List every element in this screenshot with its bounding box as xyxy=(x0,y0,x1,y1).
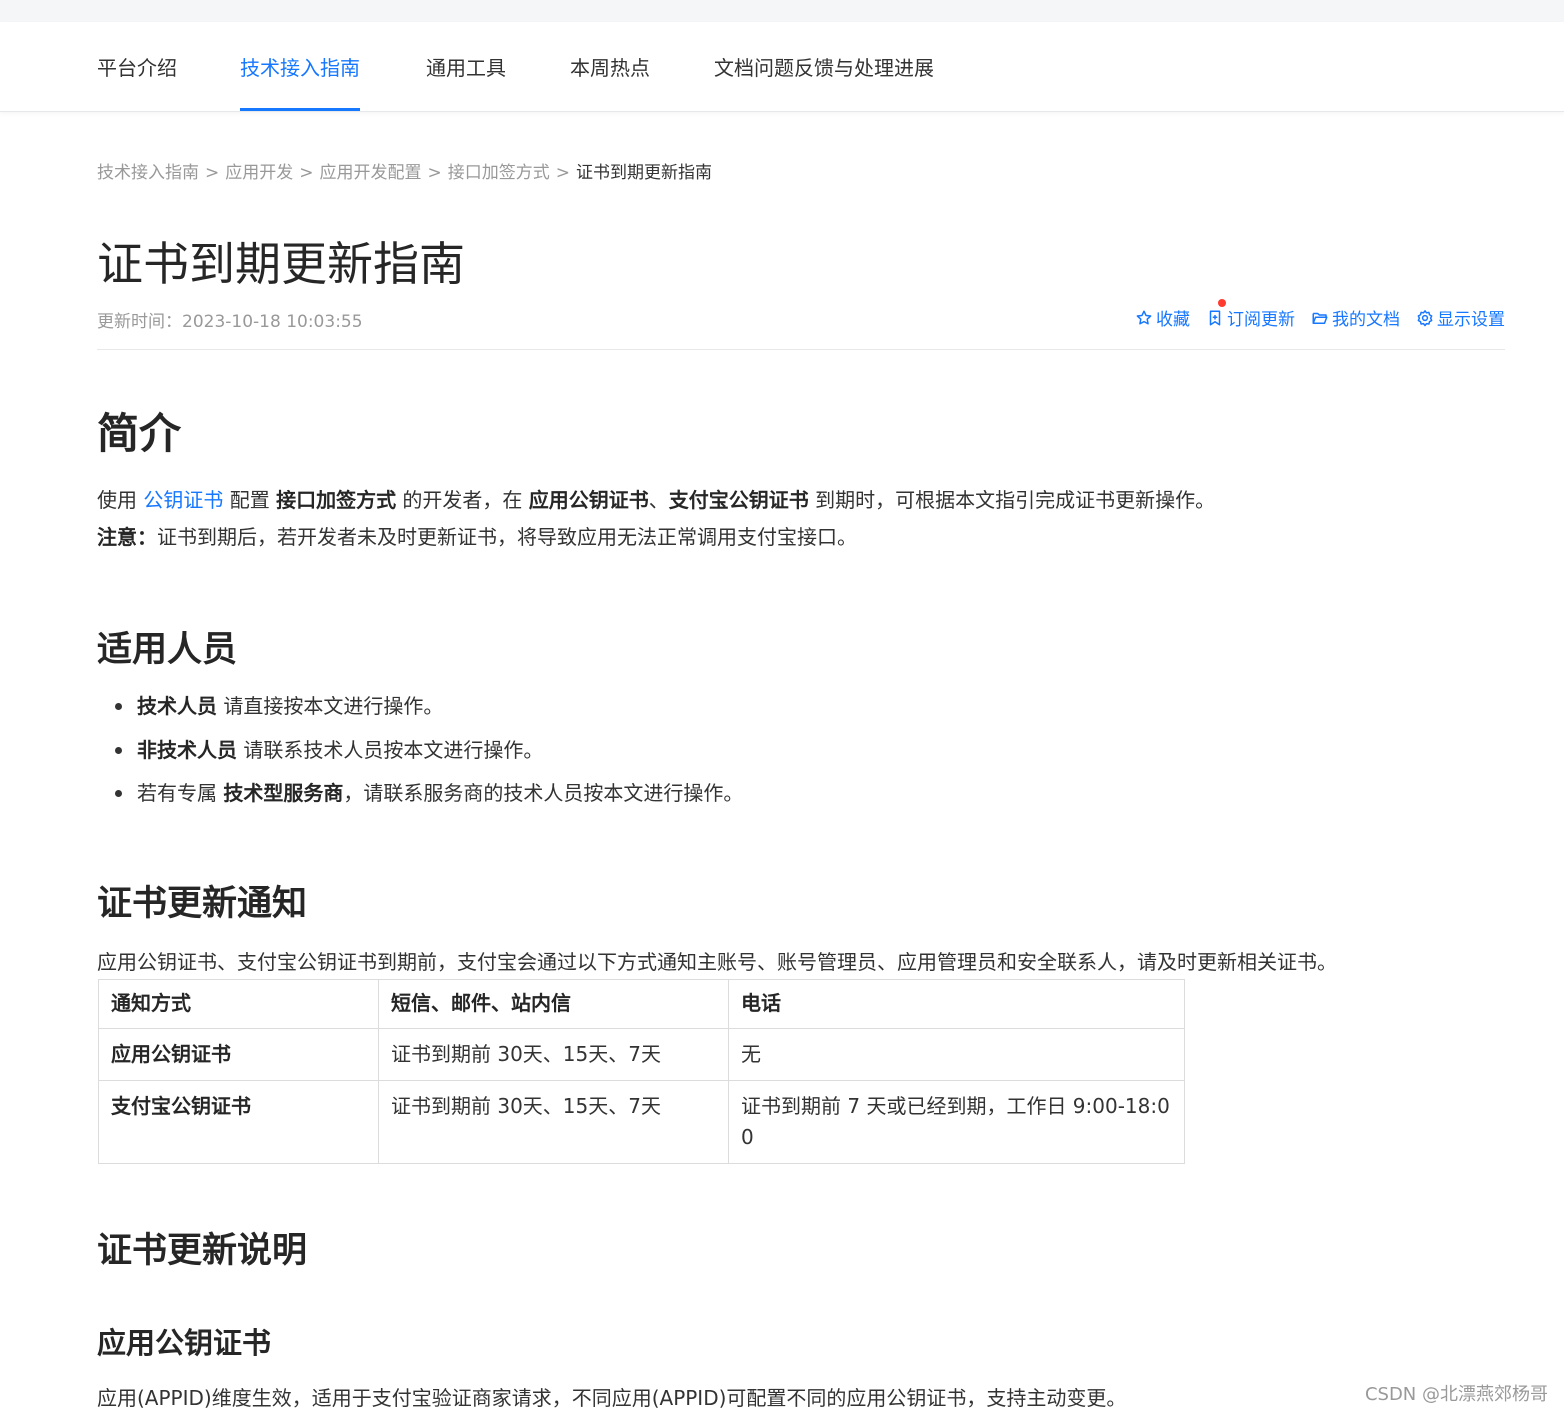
table-row: 应用公钥证书 证书到期前 30天、15天、7天 无 xyxy=(98,1028,1185,1081)
list-item-pre: 若有专属 xyxy=(137,781,224,805)
header-divider xyxy=(97,349,1505,350)
nav-item-weekly-hot[interactable]: 本周热点 xyxy=(570,22,650,111)
bookmark-plus-icon xyxy=(1209,310,1221,325)
favorite-label: 收藏 xyxy=(1156,310,1190,330)
intro-bold: 应用公钥证书 xyxy=(528,488,649,512)
table-cell: 支付宝公钥证书 xyxy=(98,1080,379,1164)
table-cell: 证书到期前 30天、15天、7天 xyxy=(378,1028,729,1081)
audience-list: 技术人员 请直接按本文进行操作。 非技术人员 请联系技术人员按本文进行操作。 若… xyxy=(97,688,743,819)
note-paragraph: 注意：证书到期后，若开发者未及时更新证书，将导致应用无法正常调用支付宝接口。 xyxy=(97,521,857,550)
updated-time: 更新时间：2023-10-18 10:03:55 xyxy=(97,307,363,332)
list-item: 技术人员 请直接按本文进行操作。 xyxy=(97,688,743,732)
star-icon xyxy=(1136,310,1152,325)
table-header-row: 通知方式 短信、邮件、站内信 电话 xyxy=(98,979,1185,1029)
intro-paragraph: 使用 公钥证书 配置 接口加签方式 的开发者，在 应用公钥证书、支付宝公钥证书 … xyxy=(97,484,1215,513)
my-docs-label: 我的文档 xyxy=(1332,310,1400,330)
intro-heading: 简介 xyxy=(97,409,182,458)
table-row: 支付宝公钥证书 证书到期前 30天、15天、7天 证书到期前 7 天或已经到期，… xyxy=(98,1080,1185,1164)
page-title: 证书到期更新指南 xyxy=(97,237,465,291)
updated-value: 2023-10-18 10:03:55 xyxy=(182,312,363,332)
nav-item-feedback[interactable]: 文档问题反馈与处理进展 xyxy=(714,22,934,111)
folder-open-icon xyxy=(1312,312,1328,324)
breadcrumb: 技术接入指南 > 应用开发 > 应用开发配置 > 接口加签方式 > 证书到期更新指南 xyxy=(97,158,712,183)
intro-bold: 接口加签方式 xyxy=(276,488,397,512)
explanation-heading: 证书更新说明 xyxy=(97,1231,308,1271)
top-nav: 平台介绍 技术接入指南 通用工具 本周热点 文档问题反馈与处理进展 xyxy=(0,22,1564,112)
updated-label: 更新时间： xyxy=(97,312,182,332)
list-item-post: 请联系技术人员按本文进行操作。 xyxy=(237,737,544,762)
gear-icon xyxy=(1417,309,1433,326)
list-item: 若有专属 技术型服务商，请联系服务商的技术人员按本文进行操作。 xyxy=(97,775,743,819)
intro-text: 使用 xyxy=(97,488,144,512)
app-cert-subheading: 应用公钥证书 xyxy=(97,1326,272,1360)
my-docs-button[interactable]: 我的文档 xyxy=(1311,305,1400,330)
breadcrumb-link[interactable]: 应用开发配置 xyxy=(320,163,422,183)
app-cert-text: 应用(APPID)维度生效，适用于支付宝验证商家请求，不同应用(APPID)可配… xyxy=(97,1386,1127,1410)
intro-text: 配置 xyxy=(223,488,277,512)
favorite-button[interactable]: 收藏 xyxy=(1135,305,1190,330)
audience-heading: 适用人员 xyxy=(97,630,238,670)
breadcrumb-separator: > xyxy=(555,163,570,183)
list-item-bold: 技术人员 xyxy=(137,694,217,718)
breadcrumb-separator: > xyxy=(299,163,314,183)
intro-text: 的开发者，在 xyxy=(396,488,529,512)
table-cell: 证书到期前 30天、15天、7天 xyxy=(378,1080,729,1164)
table-header-cell: 通知方式 xyxy=(98,979,379,1029)
notification-table: 通知方式 短信、邮件、站内信 电话 应用公钥证书 证书到期前 30天、15天、7… xyxy=(98,979,1185,1164)
breadcrumb-separator: > xyxy=(427,163,442,183)
list-item: 非技术人员 请联系技术人员按本文进行操作。 xyxy=(97,732,743,776)
intro-text: 到期时，可根据本文指引完成证书更新操作。 xyxy=(808,488,1216,512)
breadcrumb-link[interactable]: 接口加签方式 xyxy=(448,163,550,183)
table-cell: 证书到期前 7 天或已经到期，工作日 9:00-18:00 xyxy=(728,1080,1185,1164)
intro-text: 、 xyxy=(648,488,669,512)
notification-dot xyxy=(1218,299,1226,307)
breadcrumb-separator: > xyxy=(205,163,220,183)
display-settings-button[interactable]: 显示设置 xyxy=(1416,305,1505,330)
list-item-bold: 非技术人员 xyxy=(137,737,237,762)
doc-actions: 收藏 订阅更新 我的文档 显示设置 xyxy=(1135,299,1505,330)
breadcrumb-current: 证书到期更新指南 xyxy=(576,163,712,183)
top-strip xyxy=(0,0,1564,22)
table-header-cell: 电话 xyxy=(728,979,1185,1029)
note-text: 证书到期后，若开发者未及时更新证书，将导致应用无法正常调用支付宝接口。 xyxy=(157,525,857,549)
subscribe-label: 订阅更新 xyxy=(1227,310,1295,330)
table-header-cell: 短信、邮件、站内信 xyxy=(378,979,729,1029)
public-key-cert-link[interactable]: 公钥证书 xyxy=(143,488,223,512)
watermark: CSDN @北漂燕郊杨哥 xyxy=(1364,1384,1548,1405)
notification-text: 应用公钥证书、支付宝公钥证书到期前，支付宝会通过以下方式通知主账号、账号管理员、… xyxy=(97,950,1337,974)
note-label: 注意： xyxy=(97,525,157,549)
intro-bold: 支付宝公钥证书 xyxy=(668,488,809,512)
breadcrumb-link[interactable]: 应用开发 xyxy=(225,163,293,183)
nav-item-tech-guide[interactable]: 技术接入指南 xyxy=(240,22,360,111)
list-item-bold: 技术型服务商 xyxy=(223,781,344,805)
subscribe-button[interactable]: 订阅更新 xyxy=(1206,299,1295,330)
notification-heading: 证书更新通知 xyxy=(97,884,308,924)
list-item-post: 请直接按本文进行操作。 xyxy=(217,694,444,718)
display-settings-label: 显示设置 xyxy=(1437,310,1505,330)
table-cell: 应用公钥证书 xyxy=(98,1028,379,1081)
list-item-post: ，请联系服务商的技术人员按本文进行操作。 xyxy=(343,781,744,805)
table-cell: 无 xyxy=(728,1028,1185,1081)
nav-item-common-tools[interactable]: 通用工具 xyxy=(426,22,506,111)
nav-item-platform-intro[interactable]: 平台介绍 xyxy=(97,22,177,111)
breadcrumb-link[interactable]: 技术接入指南 xyxy=(97,163,199,183)
